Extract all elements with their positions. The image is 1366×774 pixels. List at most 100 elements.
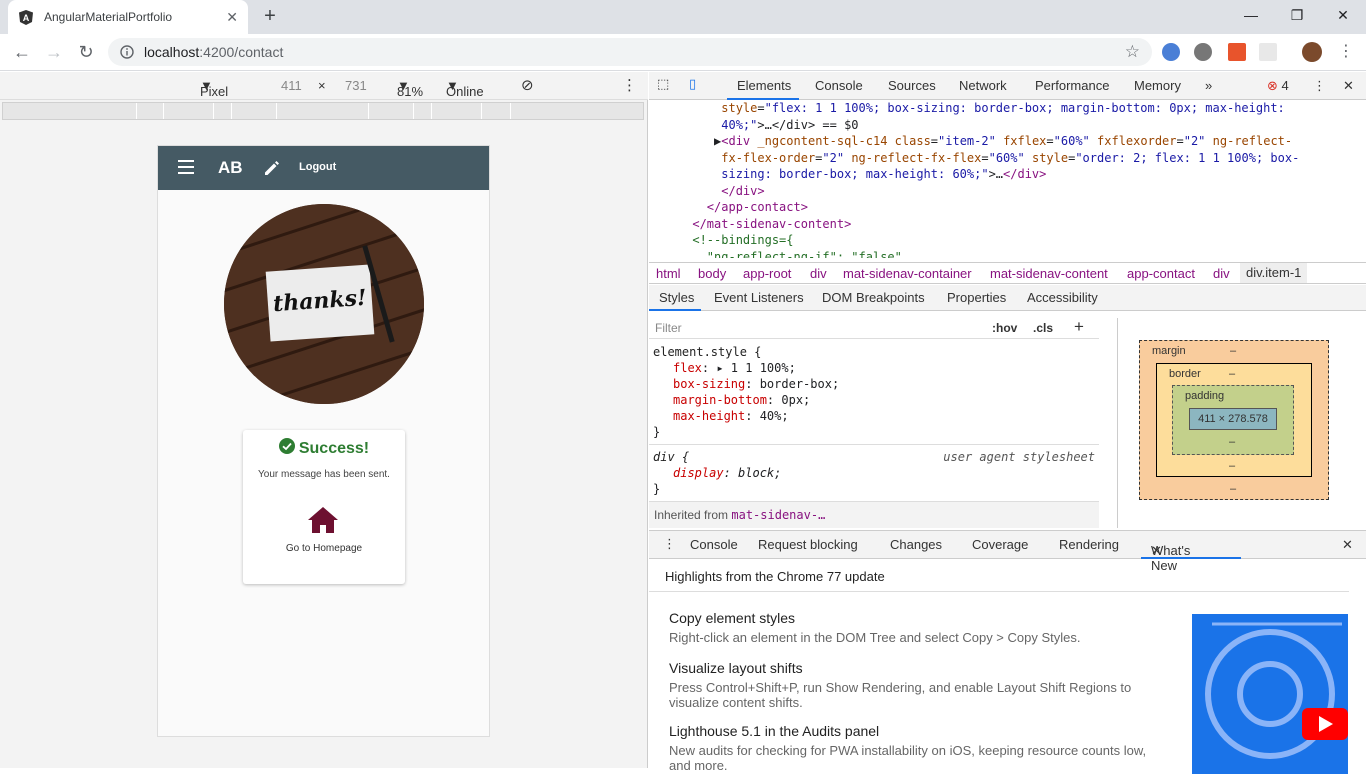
logout-button[interactable]: Logout <box>299 161 336 173</box>
device-width[interactable]: 411 <box>281 78 302 93</box>
close-drawer-icon[interactable]: ✕ <box>1342 537 1353 553</box>
whats-new-header: Highlights from the Chrome 77 update <box>665 569 885 584</box>
error-badge[interactable]: ⊗ 4 <box>1267 78 1289 94</box>
breadcrumb-div[interactable]: div <box>1213 266 1230 281</box>
dom-tree[interactable]: style="flex: 1 1 100%; box-sizing: borde… <box>649 100 1356 258</box>
browser-tab[interactable]: A AngularMaterialPortfolio ✕ <box>8 0 248 34</box>
inherited-from-row: Inherited from mat-sidenav-… <box>649 501 1099 528</box>
home-icon[interactable] <box>307 506 339 534</box>
pencil-icon[interactable] <box>262 158 282 178</box>
inherited-link[interactable]: mat-sidenav-… <box>731 508 825 522</box>
drawer-tab-request-blocking[interactable]: Request blocking <box>758 537 858 552</box>
hover-state-toggle[interactable]: :hov <box>992 321 1017 335</box>
brand-logo[interactable]: AB <box>218 158 243 178</box>
breadcrumb-app-contact[interactable]: app-contact <box>1127 266 1195 281</box>
whats-new-item-title: Lighthouse 5.1 in the Audits panel <box>669 723 880 739</box>
margin-bottom-value: – <box>1230 483 1237 495</box>
close-tab-icon[interactable]: ✕ <box>226 9 238 26</box>
forward-arrow-icon[interactable]: → <box>42 40 66 64</box>
tab-memory[interactable]: Memory <box>1134 78 1181 93</box>
drawer-menu-icon[interactable]: ⋮ <box>663 536 676 552</box>
breadcrumb-html[interactable]: html <box>656 266 681 281</box>
div-selector: div { <box>653 450 690 464</box>
address-bar[interactable]: localhost:4200/contact ☆ <box>108 38 1152 66</box>
breadcrumb-mat-sidenav-content[interactable]: mat-sidenav-content <box>990 266 1108 281</box>
inspect-element-icon[interactable]: ⬚ <box>657 76 669 92</box>
breadcrumb-div[interactable]: div <box>810 266 827 281</box>
media-query-ruler[interactable] <box>2 102 644 120</box>
device-select[interactable]: Pixel 2 ▼ <box>200 78 228 114</box>
list-item[interactable]: Copy element styles Right-click an eleme… <box>669 610 1149 645</box>
hamburger-menu-icon[interactable] <box>178 160 194 174</box>
devtools-tab-bar: ⬚ ▯ Elements Console Sources Network Per… <box>649 72 1366 100</box>
style-rules[interactable]: element.style { flex: ▸ 1 1 100%; box-si… <box>649 344 1099 524</box>
content-box[interactable]: 411 × 278.578 <box>1189 408 1277 430</box>
info-icon[interactable] <box>120 45 134 59</box>
list-item[interactable]: Visualize layout shifts Press Control+Sh… <box>669 660 1149 710</box>
extension-icon[interactable] <box>1162 43 1180 61</box>
bookmark-star-icon[interactable]: ☆ <box>1125 42 1140 62</box>
devtools-menu-icon[interactable]: ⋮ <box>1313 78 1326 94</box>
drawer-tab-coverage[interactable]: Coverage <box>972 537 1028 552</box>
whats-new-item-title: Visualize layout shifts <box>669 660 803 676</box>
error-count: 4 <box>1281 78 1289 93</box>
tab-console[interactable]: Console <box>815 78 863 93</box>
padding-box[interactable]: padding 411 × 278.578 – <box>1172 385 1294 455</box>
back-arrow-icon[interactable]: ← <box>10 40 34 64</box>
extension-icon[interactable] <box>1259 43 1277 61</box>
margin-box[interactable]: margin – border – padding 411 × 278.578 … <box>1139 340 1329 500</box>
drawer-tab-rendering[interactable]: Rendering <box>1059 537 1119 552</box>
url-text: localhost:4200/contact <box>144 44 283 60</box>
more-tabs-icon[interactable]: » <box>1205 78 1212 93</box>
new-rule-icon[interactable]: + <box>1074 317 1084 337</box>
tab-network[interactable]: Network <box>959 78 1007 93</box>
border-bottom-value: – <box>1229 460 1236 472</box>
svg-text:A: A <box>23 13 30 23</box>
device-more-icon[interactable]: ⋮ <box>622 76 637 94</box>
margin-label: margin <box>1152 345 1186 357</box>
drawer-tab-changes[interactable]: Changes <box>890 537 942 552</box>
box-model-diagram: margin – border – padding 411 × 278.578 … <box>1117 318 1366 528</box>
extension-off-icon[interactable] <box>1228 43 1246 61</box>
breadcrumb-body[interactable]: body <box>698 266 726 281</box>
chrome-77-video-thumbnail[interactable] <box>1192 614 1348 774</box>
drawer-tab-console[interactable]: Console <box>690 537 738 552</box>
rotate-icon[interactable]: ⊘ <box>521 76 534 94</box>
device-emulation-pane: Pixel 2 ▼ 411 × 731 81% ▼ Online ▼ ⊘ ⋮ A… <box>0 72 648 768</box>
close-devtools-icon[interactable]: ✕ <box>1343 78 1354 94</box>
network-throttle-select[interactable]: Online ▼ <box>446 78 484 99</box>
go-to-homepage-link[interactable]: Go to Homepage <box>243 543 405 554</box>
tab-accessibility[interactable]: Accessibility <box>1027 290 1098 305</box>
styles-subtab-bar: Styles Event Listeners DOM Breakpoints P… <box>649 285 1366 311</box>
tab-dom-breakpoints[interactable]: DOM Breakpoints <box>822 290 925 305</box>
tab-performance[interactable]: Performance <box>1035 78 1109 93</box>
new-tab-button[interactable]: + <box>258 4 282 28</box>
success-heading: Success! <box>243 438 405 458</box>
angular-favicon-icon: A <box>19 10 33 25</box>
minimize-window-icon[interactable]: — <box>1228 0 1274 30</box>
close-window-icon[interactable]: ✕ <box>1320 0 1366 30</box>
zoom-select[interactable]: 81% ▼ <box>397 78 423 99</box>
tab-styles[interactable]: Styles <box>659 290 694 305</box>
device-height[interactable]: 731 <box>345 78 367 93</box>
extension-icon[interactable] <box>1194 43 1212 61</box>
device-toggle-icon[interactable]: ▯ <box>689 76 696 92</box>
browser-menu-icon[interactable]: ⋮ <box>1334 40 1358 64</box>
border-box[interactable]: border – padding 411 × 278.578 – – <box>1156 363 1312 477</box>
avatar[interactable] <box>1302 42 1322 62</box>
restore-window-icon[interactable]: ❐ <box>1274 0 1320 30</box>
tab-properties[interactable]: Properties <box>947 290 1006 305</box>
tab-elements[interactable]: Elements <box>737 78 791 93</box>
reload-icon[interactable]: ↻ <box>74 40 98 64</box>
app-toolbar: AB Logout <box>158 146 489 190</box>
zoom-value: 81% <box>397 84 424 99</box>
breadcrumb-current[interactable]: div.item-1 <box>1240 263 1308 283</box>
list-item[interactable]: Lighthouse 5.1 in the Audits panel New a… <box>669 723 1149 773</box>
breadcrumb-mat-sidenav-container[interactable]: mat-sidenav-container <box>843 266 972 281</box>
class-toggle[interactable]: .cls <box>1033 321 1053 335</box>
styles-filter-input[interactable]: Filter <box>655 321 682 335</box>
tab-sources[interactable]: Sources <box>888 78 936 93</box>
tab-event-listeners[interactable]: Event Listeners <box>714 290 804 305</box>
active-subtab-indicator <box>649 309 701 311</box>
breadcrumb-app-root[interactable]: app-root <box>743 266 791 281</box>
